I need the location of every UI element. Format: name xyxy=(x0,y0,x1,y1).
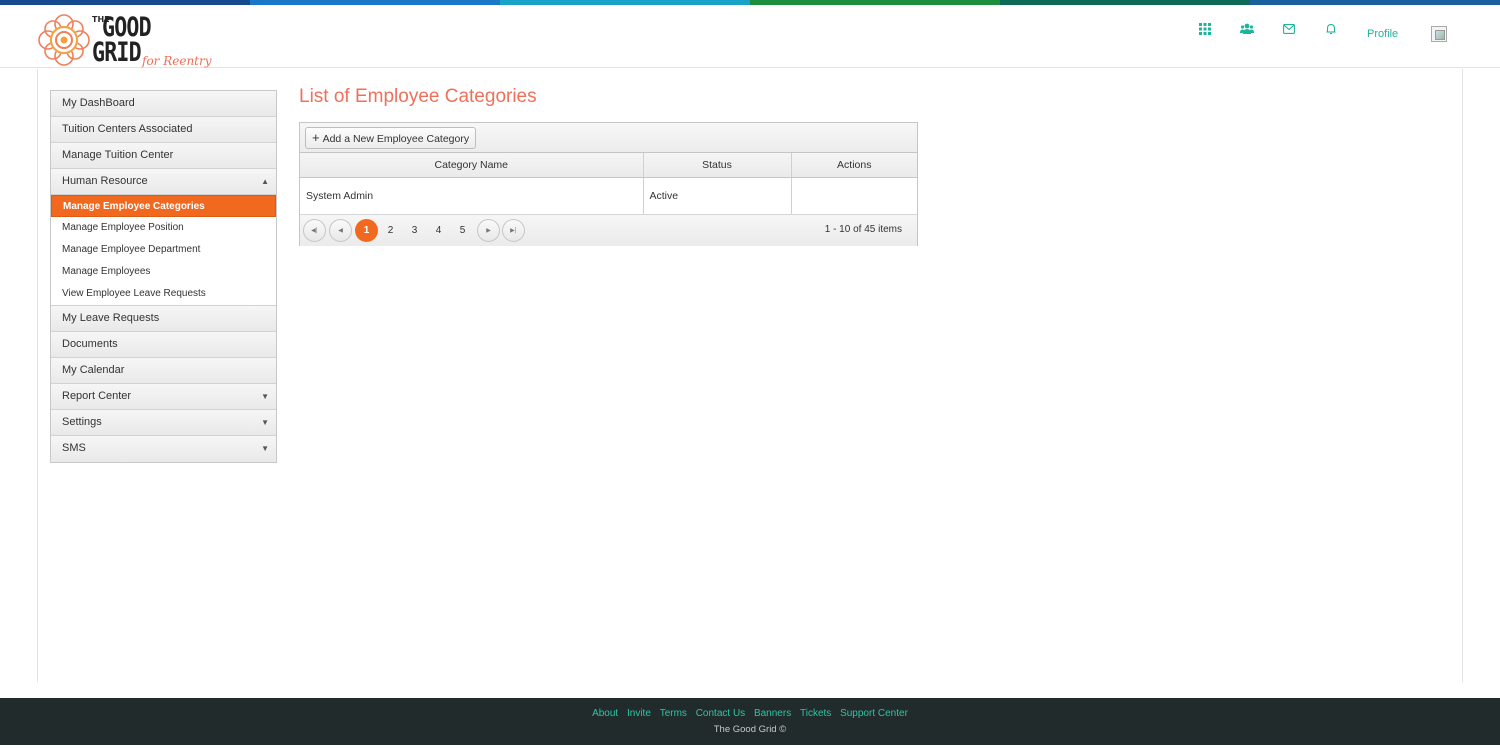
next-page-icon[interactable]: ▶ xyxy=(477,219,500,242)
footer: About Invite Terms Contact Us Banners Ti… xyxy=(0,698,1500,745)
column-header-actions[interactable]: Actions xyxy=(791,153,917,178)
sidebar-item-label: Report Center xyxy=(62,390,132,402)
sidebar-item-documents[interactable]: Documents xyxy=(51,332,276,358)
logo-grid-text: GRID xyxy=(92,37,142,68)
submenu-item-manage-employee-categories[interactable]: Manage Employee Categories xyxy=(51,195,276,217)
pager: ◀​| ◀ 1 2 3 4 5 ▶ ▶| 1 - 10 of 45 items xyxy=(300,215,917,246)
cell-category-name: System Admin xyxy=(300,177,644,215)
page-1[interactable]: 1 xyxy=(355,219,378,242)
first-page-icon[interactable]: ◀​| xyxy=(303,219,326,242)
logo-tagline: for Reentry xyxy=(142,54,212,68)
human-resource-submenu: Manage Employee Categories Manage Employ… xyxy=(51,195,276,306)
logo-the-text: THE xyxy=(92,15,110,24)
sidebar-item-label: My DashBoard xyxy=(62,97,135,109)
caret-down-icon: ▼ xyxy=(261,392,269,401)
footer-links: About Invite Terms Contact Us Banners Ti… xyxy=(0,708,1500,719)
caret-down-icon: ▼ xyxy=(261,418,269,427)
sidebar-item-sms[interactable]: SMS ▼ xyxy=(51,436,276,462)
caret-up-icon: ▲ xyxy=(261,177,269,186)
column-header-category-name[interactable]: Category Name xyxy=(300,153,644,178)
users-icon[interactable] xyxy=(1240,22,1254,36)
logo[interactable]: THE GOOD GRID for Reentry xyxy=(36,12,216,68)
submenu-item-manage-employee-department[interactable]: Manage Employee Department xyxy=(51,239,276,261)
sidebar-item-human-resource[interactable]: Human Resource ▲ xyxy=(51,169,276,195)
submenu-item-manage-employee-position[interactable]: Manage Employee Position xyxy=(51,217,276,239)
table-header-row: Category Name Status Actions xyxy=(300,153,917,178)
add-button-label: Add a New Employee Category xyxy=(322,133,470,145)
sidebar-item-tuition-centers-associated[interactable]: Tuition Centers Associated xyxy=(51,117,276,143)
header: THE GOOD GRID for Reentry Profile xyxy=(0,5,1500,68)
submenu-item-view-employee-leave-requests[interactable]: View Employee Leave Requests xyxy=(51,283,276,305)
page-4[interactable]: 4 xyxy=(427,219,450,242)
pager-info: 1 - 10 of 45 items xyxy=(824,224,902,235)
submenu-item-manage-employees[interactable]: Manage Employees xyxy=(51,261,276,283)
sidebar-item-label: Human Resource xyxy=(62,175,148,187)
prev-page-icon[interactable]: ◀ xyxy=(329,219,352,242)
footer-link-invite[interactable]: Invite xyxy=(627,708,651,719)
caret-down-icon: ▼ xyxy=(261,444,269,453)
sidebar-item-my-calendar[interactable]: My Calendar xyxy=(51,358,276,384)
sidebar-item-report-center[interactable]: Report Center ▼ xyxy=(51,384,276,410)
sidebar-item-label: My Leave Requests xyxy=(62,312,160,324)
grid-table: Category Name Status Actions System Admi… xyxy=(300,153,917,215)
sidebar-item-label: Tuition Centers Associated xyxy=(62,123,193,135)
profile-link[interactable]: Profile xyxy=(1367,28,1398,40)
apps-grid-icon[interactable] xyxy=(1198,22,1212,36)
page-2[interactable]: 2 xyxy=(379,219,402,242)
sidebar-item-manage-tuition-center[interactable]: Manage Tuition Center xyxy=(51,143,276,169)
mail-icon[interactable] xyxy=(1282,22,1296,36)
cell-status: Active xyxy=(643,177,792,215)
employee-categories-grid: + Add a New Employee Category Category Na… xyxy=(299,122,918,246)
add-employee-category-button[interactable]: + Add a New Employee Category xyxy=(305,127,477,149)
footer-link-support-center[interactable]: Support Center xyxy=(840,708,908,719)
table-row[interactable]: System Admin Active xyxy=(300,177,917,215)
footer-link-tickets[interactable]: Tickets xyxy=(800,708,831,719)
cell-actions xyxy=(791,177,917,215)
last-page-icon[interactable]: ▶| xyxy=(502,219,525,242)
page-title: List of Employee Categories xyxy=(299,86,537,107)
sidebar: My DashBoard Tuition Centers Associated … xyxy=(50,90,277,463)
footer-link-about[interactable]: About xyxy=(592,708,618,719)
sidebar-item-label: My Calendar xyxy=(62,364,125,376)
sidebar-item-my-leave-requests[interactable]: My Leave Requests xyxy=(51,306,276,332)
grid-toolbar: + Add a New Employee Category xyxy=(300,123,917,153)
sidebar-item-label: Settings xyxy=(62,416,102,428)
footer-link-contact-us[interactable]: Contact Us xyxy=(696,708,745,719)
bell-icon[interactable] xyxy=(1324,22,1338,36)
sidebar-item-label: SMS xyxy=(62,442,86,454)
page-5[interactable]: 5 xyxy=(451,219,474,242)
plus-icon: + xyxy=(312,130,320,145)
footer-copyright: The Good Grid © xyxy=(713,724,787,735)
footer-link-banners[interactable]: Banners xyxy=(754,708,791,719)
sidebar-item-settings[interactable]: Settings ▼ xyxy=(51,410,276,436)
flower-logo-icon xyxy=(38,14,90,66)
avatar[interactable] xyxy=(1431,26,1447,42)
footer-link-terms[interactable]: Terms xyxy=(660,708,687,719)
sidebar-item-label: Manage Tuition Center xyxy=(62,149,174,161)
sidebar-item-dashboard[interactable]: My DashBoard xyxy=(51,91,276,117)
column-header-status[interactable]: Status xyxy=(643,153,792,178)
sidebar-item-label: Documents xyxy=(62,338,118,350)
page-3[interactable]: 3 xyxy=(403,219,426,242)
